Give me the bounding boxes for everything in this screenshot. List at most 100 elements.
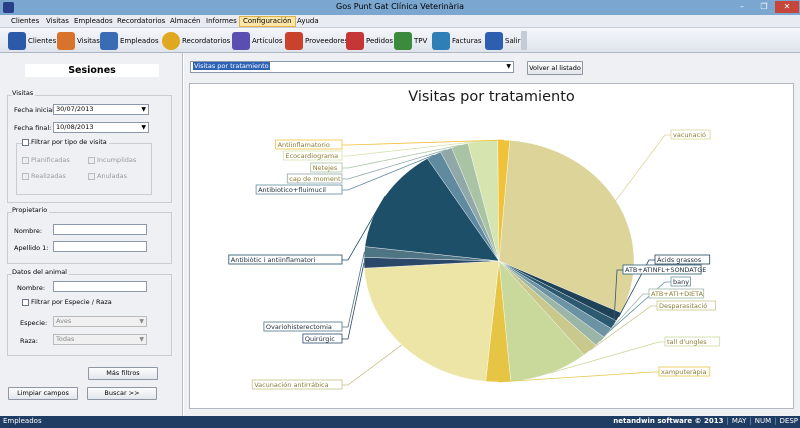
chevron-down-icon: ▼	[506, 63, 511, 70]
report-select[interactable]: Visitas por tratamiento ▼	[190, 61, 514, 73]
propietario-group-label: Propietario	[12, 206, 50, 214]
fecha-final-picker[interactable]: 10/08/2013 ▼	[53, 122, 149, 133]
filtrar-especie-checkbox[interactable]	[22, 299, 29, 306]
pie-slice-label: Ovariohisterectomia	[266, 323, 332, 331]
realizadas-label: Realizadas	[31, 172, 66, 180]
status-scroll: DESP	[779, 417, 798, 425]
toolbar-tpv-button[interactable]: TPV	[394, 31, 427, 50]
volver-listado-button[interactable]: Volver al listado	[527, 61, 583, 75]
toolbar-clientes-button[interactable]: Clientes	[8, 31, 56, 50]
pie-slice-label: Netejes	[313, 164, 338, 172]
raza-select[interactable]: Todas ▼	[53, 334, 147, 345]
pie-slice-label: Quirúrgic	[305, 335, 335, 343]
menu-almacen[interactable]: Almacén	[167, 17, 203, 25]
limpiar-campos-button[interactable]: Limpiar campos	[8, 387, 78, 400]
toolbar-label: Facturas	[452, 36, 482, 45]
toolbar-visitas-button[interactable]: Visitas	[57, 31, 100, 50]
title-bar: Gos Punt Gat Clínica Veterinària – ❐ ✕	[0, 0, 800, 15]
pie-slice-label: Vacunación antirrábica	[254, 381, 328, 389]
realizadas-checkbox[interactable]	[22, 173, 29, 180]
filtrar-tipo-checkbox[interactable]	[22, 139, 29, 146]
toolbar-salir-button[interactable]: Salir	[485, 31, 521, 50]
animal-nombre-input[interactable]	[53, 281, 147, 292]
tipo-visita-group	[16, 143, 152, 195]
pie-leader-line	[342, 344, 402, 386]
status-num: NUM	[754, 417, 772, 425]
especie-label: Especie:	[20, 319, 48, 327]
toolbar-recordatorios-button[interactable]: Recordatorios	[162, 31, 230, 50]
chart-frame: Visitas por tratamiento vacunació Àcids g…	[189, 83, 794, 409]
pie-slice-label: bany	[673, 278, 689, 286]
window-title: Gos Punt Gat Clínica Veterinària	[336, 2, 464, 11]
apellido-label: Apellido 1:	[14, 244, 49, 252]
chevron-down-icon: ▼	[141, 124, 146, 131]
pie-slice-label: ATB+ATI+DIETA	[651, 290, 704, 298]
toolbar-pedidos-button[interactable]: Pedidos	[346, 31, 393, 50]
toolbar-label: Clientes	[28, 36, 57, 45]
tpv-icon	[394, 31, 412, 50]
close-button[interactable]: ✕	[775, 1, 799, 13]
menu-empleados[interactable]: Empleados	[71, 17, 116, 25]
status-caps: MAY	[731, 417, 747, 425]
toolbar-label: Salir	[505, 36, 521, 45]
fecha-inicial-picker[interactable]: 30/07/2013 ▼	[53, 104, 149, 115]
filtrar-tipo-label: Filtrar por tipo de visita	[31, 138, 109, 146]
incumplidas-checkbox[interactable]	[88, 157, 95, 164]
menu-configuracion[interactable]: Configuración	[239, 16, 296, 27]
pie-leader-line	[342, 262, 365, 340]
pie-slice	[364, 260, 500, 382]
chevron-down-icon: ▼	[141, 106, 146, 113]
fecha-final-value: 10/08/2013	[56, 123, 94, 131]
orders-icon	[346, 31, 364, 50]
animal-nombre-label: Nombre:	[17, 284, 46, 292]
pie-slice-label: Antibiotico+fluimucil	[258, 186, 326, 194]
main-panel: Visitas por tratamiento ▼ Volver al list…	[184, 53, 800, 416]
pie-chart: vacunació Àcids grassos ATB+ATINFL+SONDATG…	[228, 129, 721, 390]
suppliers-icon	[285, 31, 303, 50]
pie-leader-line	[615, 134, 671, 201]
sidebar: Sesiones Visitas Fecha inicial: 30/07/20…	[0, 53, 183, 416]
articles-icon	[232, 31, 250, 50]
toolbar-articulos-button[interactable]: Artículos	[232, 31, 283, 50]
employees-icon	[100, 31, 118, 50]
toolbar-label: Empleados	[120, 36, 159, 45]
raza-value: Todas	[56, 335, 75, 343]
anuladas-checkbox[interactable]	[88, 173, 95, 180]
mas-filtros-button[interactable]: Más filtros	[88, 367, 158, 380]
buscar-button[interactable]: Buscar >>	[87, 387, 157, 400]
menu-bar: Clientes Visitas Empleados Recordatorios…	[0, 15, 800, 28]
toolbar-empleados-button[interactable]: Empleados	[100, 31, 159, 50]
planificadas-checkbox[interactable]	[22, 157, 29, 164]
status-brand: netandwin software © 2013	[613, 417, 724, 425]
filtrar-especie-label: Filtrar por Especie / Raza	[31, 298, 112, 306]
toolbar-overflow-handle[interactable]	[521, 31, 527, 50]
pie-slice-label: vacunació	[673, 131, 706, 139]
toolbar-label: Pedidos	[366, 36, 394, 45]
toolbar-label: Recordatorios	[182, 36, 231, 45]
apellido-input[interactable]	[53, 241, 147, 252]
toolbar-label: Artículos	[252, 36, 283, 45]
menu-recordatorios[interactable]: Recordatorios	[114, 17, 168, 25]
propietario-nombre-label: Nombre:	[14, 227, 43, 235]
menu-visitas[interactable]: Visitas	[43, 17, 72, 25]
chevron-down-icon: ▼	[139, 336, 144, 343]
sidebar-title: Sesiones	[25, 64, 159, 77]
toolbar-proveedores-button[interactable]: Proveedores	[285, 31, 348, 50]
invoices-icon	[432, 31, 450, 50]
menu-clientes[interactable]: Clientes	[8, 17, 42, 25]
especie-select[interactable]: Aves ▼	[53, 316, 147, 327]
exit-icon	[485, 31, 503, 50]
menu-informes[interactable]: Informes	[203, 17, 240, 25]
toolbar-facturas-button[interactable]: Facturas	[432, 31, 482, 50]
especie-value: Aves	[56, 317, 72, 325]
minimize-button[interactable]: –	[731, 1, 753, 13]
raza-label: Raza:	[20, 337, 38, 345]
pie-slice-label: Ecocardiograma	[285, 152, 338, 160]
toolbar-label: Visitas	[77, 36, 100, 45]
propietario-nombre-input[interactable]	[53, 224, 147, 235]
fecha-inicial-label: Fecha inicial:	[14, 106, 57, 114]
incumplidas-label: Incumplidas	[97, 156, 137, 164]
menu-ayuda[interactable]: Ayuda	[294, 17, 322, 25]
pie-slice-label: tall d'ungles	[667, 338, 707, 346]
maximize-button[interactable]: ❐	[753, 1, 775, 13]
